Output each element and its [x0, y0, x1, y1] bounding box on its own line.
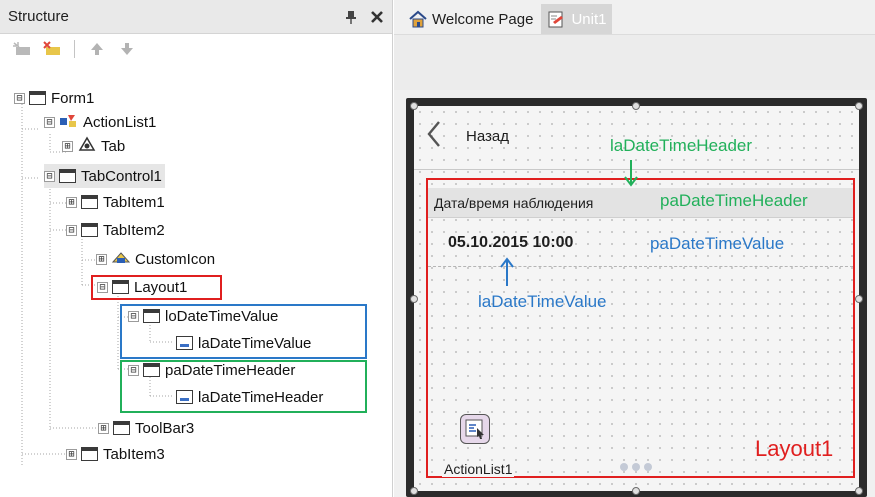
chevron-left-icon[interactable] — [426, 120, 442, 156]
tab-welcome-page[interactable]: Welcome Page — [402, 4, 539, 34]
lodatetimevalue-highlight-box — [120, 304, 367, 359]
tree-node-label: ActionList1 — [83, 113, 157, 131]
tree-node-tabcontrol1[interactable]: ⊟ TabControl1 — [44, 164, 165, 188]
tree-node-customicon[interactable]: ⊞ CustomIcon — [96, 247, 215, 271]
collapse-toggle[interactable]: ⊟ — [66, 224, 77, 236]
layout1-highlight-box — [426, 178, 855, 478]
tree-node-tabitem2[interactable]: ⊟ TabItem2 — [66, 218, 165, 242]
resize-handle-bottom-right[interactable] — [855, 487, 863, 495]
tab-label: Unit1 — [571, 10, 607, 28]
resize-handle-bottom-left[interactable] — [410, 487, 418, 495]
resize-handle-top-right[interactable] — [855, 102, 863, 110]
form-designer: Welcome Page Unit1 Назад Дата/время набл… — [394, 0, 875, 497]
page-indicator-dot — [644, 463, 652, 471]
resize-handle-right[interactable] — [855, 295, 863, 303]
collapse-toggle[interactable]: ⊟ — [14, 92, 25, 104]
expand-toggle[interactable]: ⊞ — [66, 196, 77, 208]
actionlist-component-icon[interactable] — [460, 414, 490, 444]
tab-action-icon — [77, 136, 97, 156]
unit-icon — [547, 10, 567, 28]
back-button-label[interactable]: Назад — [466, 128, 509, 145]
annotation-ladatetimeheader: laDateTimeHeader — [610, 136, 753, 155]
resize-handle-top[interactable] — [632, 102, 640, 110]
tree-node-label: TabItem3 — [103, 445, 165, 463]
tree-node-actionlist1[interactable]: ⊟ ActionList1 — [44, 110, 156, 134]
annotation-ladatetimevalue: laDateTimeValue — [478, 292, 607, 311]
resize-handle-bottom[interactable] — [632, 487, 640, 495]
resize-handle-left[interactable] — [410, 295, 418, 303]
annotation-layout1: Layout1 — [755, 436, 834, 461]
tree-node-tabitem1[interactable]: ⊞ TabItem1 — [66, 190, 165, 214]
structure-panel: Structure ⊟ Form1 ⊟ ActionList1 ⊞ Tab ⊟ … — [0, 0, 393, 497]
component-icon — [81, 447, 98, 461]
annotation-padatetimeheader: paDateTimeHeader — [660, 191, 808, 210]
page-indicator-dot — [632, 463, 640, 471]
tree-node-tab[interactable]: ⊞ Tab — [62, 134, 125, 158]
actionlist-icon — [59, 112, 79, 132]
expand-toggle[interactable]: ⊞ — [96, 253, 107, 265]
arrow-down-icon — [624, 160, 638, 187]
tab-unit1[interactable]: Unit1 — [541, 4, 613, 34]
collapse-toggle[interactable]: ⊟ — [44, 116, 55, 128]
tree-node-label: CustomIcon — [135, 250, 216, 268]
arrow-up-icon — [500, 257, 514, 286]
tree-node-form1[interactable]: ⊟ Form1 — [14, 86, 94, 110]
component-icon — [81, 223, 98, 237]
form-icon — [29, 91, 46, 105]
layout1-highlight-box — [91, 275, 222, 300]
custom-icon — [111, 249, 131, 269]
tree-node-label: TabControl1 — [81, 167, 162, 185]
editor-toolbar-area — [394, 34, 875, 90]
annotation-padatetimevalue: paDateTimeValue — [650, 234, 785, 253]
tree-node-tabitem3[interactable]: ⊞ TabItem3 — [66, 442, 165, 466]
actionlist-component-label: ActionList1 — [442, 461, 515, 477]
expand-toggle[interactable]: ⊞ — [66, 448, 77, 460]
component-icon — [81, 195, 98, 209]
page-indicator-dot — [620, 463, 628, 471]
design-form[interactable]: Назад Дата/время наблюдения 05.10.2015 1… — [410, 102, 863, 495]
expand-toggle[interactable]: ⊞ — [62, 140, 73, 152]
device-frame: Назад Дата/время наблюдения 05.10.2015 1… — [406, 98, 867, 497]
tree-node-label: TabItem1 — [103, 193, 165, 211]
home-icon — [408, 10, 428, 28]
expand-toggle[interactable]: ⊞ — [98, 422, 109, 434]
tree-node-label: ToolBar3 — [135, 419, 195, 437]
padatetimeheader-highlight-box — [120, 360, 367, 413]
collapse-toggle[interactable]: ⊟ — [44, 170, 55, 182]
tab-label: Welcome Page — [432, 10, 534, 28]
tree-node-label: Form1 — [51, 89, 95, 107]
resize-handle-top-left[interactable] — [410, 102, 418, 110]
tree-node-label: Tab — [101, 137, 126, 155]
component-icon — [59, 169, 76, 183]
tree-node-label: TabItem2 — [103, 221, 165, 239]
component-icon — [113, 421, 130, 435]
tree-node-toolbar3[interactable]: ⊞ ToolBar3 — [98, 416, 194, 440]
editor-tabs: Welcome Page Unit1 — [394, 0, 875, 34]
